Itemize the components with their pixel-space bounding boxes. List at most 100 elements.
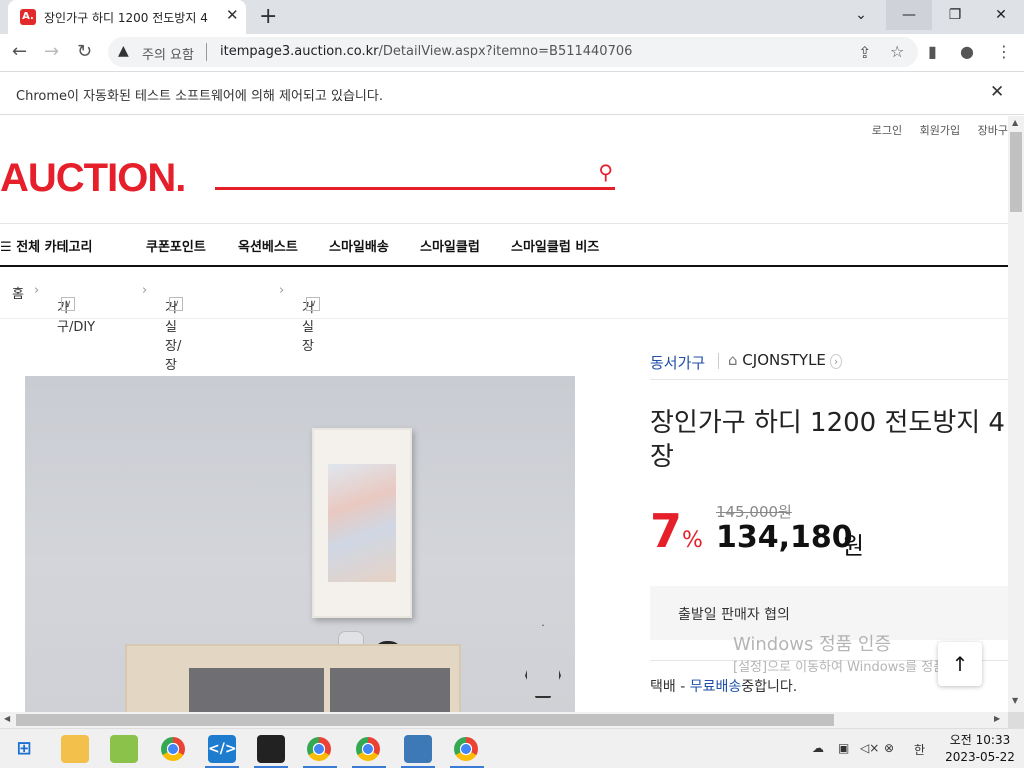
map-app-icon[interactable] xyxy=(110,735,138,763)
delivery-prefix: 택배 - xyxy=(650,679,690,695)
horizontal-scrollbar[interactable]: ◀ ▶ xyxy=(0,712,1008,728)
nav-smile-club-biz[interactable]: 스마일클럽 비즈 xyxy=(511,236,599,255)
drawer xyxy=(189,668,324,712)
profile-avatar-icon[interactable]: ● xyxy=(960,42,974,61)
hamburger-icon: ☰ xyxy=(0,240,17,255)
reload-icon[interactable]: ↻ xyxy=(77,41,92,62)
search-input[interactable]: ⚲ xyxy=(215,158,615,190)
windows-start-icon[interactable]: ⊞ xyxy=(10,735,38,763)
warning-triangle-icon[interactable]: ▲ xyxy=(118,43,129,59)
chrome-icon[interactable] xyxy=(161,737,185,761)
python-app-icon[interactable] xyxy=(404,735,432,763)
chrome-icon[interactable] xyxy=(454,737,478,761)
network-icon[interactable]: ▣ xyxy=(838,741,849,755)
scroll-left-icon[interactable]: ◀ xyxy=(4,714,10,723)
chrome-icon[interactable] xyxy=(356,737,380,761)
global-navigation: ☰ 전체 카테고리 쿠폰포인트 옥션베스트 스마일배송 스마일클럽 스마일클럽 … xyxy=(0,224,1008,267)
picture-frame xyxy=(312,428,412,618)
notification-icon[interactable]: ⊗ xyxy=(884,741,894,755)
chevron-down-icon[interactable]: ∨ xyxy=(306,297,320,311)
nav-coupon-point[interactable]: 쿠폰포인트 xyxy=(146,236,206,255)
chevron-down-icon[interactable]: ∨ xyxy=(61,297,75,311)
clock-date: 2023-05-22 xyxy=(945,750,1015,764)
scroll-right-icon[interactable]: ▶ xyxy=(994,714,1000,723)
close-info-bar-icon[interactable]: ✕ xyxy=(990,82,1004,102)
close-tab-icon[interactable]: ✕ xyxy=(226,6,239,24)
cloud-icon[interactable]: ☁ xyxy=(812,741,824,755)
product-title: 장인가구 하디 1200 전도방지 4 장 xyxy=(650,408,1005,472)
page-viewport: 로그인 회원가입 장바구 AUCTION. ⚲ ☰ 전체 카테고리 쿠폰포인트 … xyxy=(0,116,1008,712)
address-bar[interactable]: ▲ 주의 요함 itempage3.auction.co.kr/DetailVi… xyxy=(108,37,918,67)
windows-activation-watermark: Windows 정품 인증 xyxy=(733,634,892,655)
bookmark-star-icon[interactable]: ☆ xyxy=(890,42,904,61)
divider xyxy=(718,353,719,369)
vertical-scrollbar[interactable]: ▲ ▼ xyxy=(1008,116,1024,712)
scroll-up-icon[interactable]: ▲ xyxy=(1012,118,1018,127)
url-path: /DetailView.aspx?itemno=B511440706 xyxy=(378,44,633,59)
auction-logo[interactable]: AUCTION. xyxy=(0,156,186,201)
product-image[interactable] xyxy=(25,376,575,712)
scroll-to-top-button[interactable]: ↑ xyxy=(938,642,982,686)
ime-indicator[interactable]: 한 xyxy=(914,741,925,758)
terminal-app-icon[interactable] xyxy=(257,735,285,763)
browser-toolbar: ← → ↻ ▲ 주의 요함 itempage3.auction.co.kr/De… xyxy=(0,34,1024,71)
forward-arrow-icon[interactable]: → xyxy=(44,41,59,62)
new-tab-button[interactable]: + xyxy=(259,4,277,29)
url-text[interactable]: itempage3.auction.co.kr/DetailView.aspx?… xyxy=(220,44,632,59)
minimize-button[interactable]: — xyxy=(886,0,932,30)
search-icon[interactable]: ⚲ xyxy=(598,160,613,184)
scroll-down-icon[interactable]: ▼ xyxy=(1012,696,1018,705)
share-icon[interactable]: ⇪ xyxy=(858,43,871,62)
arrow-up-icon: ↑ xyxy=(951,652,969,676)
vertical-scroll-thumb[interactable] xyxy=(1010,132,1022,212)
store-link[interactable]: ⌂ CJONSTYLE › xyxy=(728,351,843,369)
volume-muted-icon[interactable]: ◁× xyxy=(860,741,879,755)
scrollbar-corner xyxy=(1008,712,1024,728)
restore-button[interactable]: ❐ xyxy=(932,0,978,30)
original-price: 145,000원 xyxy=(716,503,792,521)
nav-smile-club[interactable]: 스마일클럽 xyxy=(420,236,480,255)
nav-smile-delivery[interactable]: 스마일배송 xyxy=(329,236,389,255)
close-window-button[interactable]: ✕ xyxy=(978,0,1024,30)
signup-link[interactable]: 회원가입 xyxy=(920,124,960,137)
divider xyxy=(650,379,1008,380)
login-link[interactable]: 로그인 xyxy=(872,124,902,137)
chevron-down-icon[interactable]: ∨ xyxy=(169,297,183,311)
breadcrumb-home[interactable]: 홈 xyxy=(12,283,24,302)
store-name: CJONSTYLE xyxy=(742,351,826,369)
browser-tab[interactable]: A. 장인가구 하디 1200 전도방지 4 ✕ xyxy=(8,0,246,34)
url-domain: itempage3.auction.co.kr xyxy=(220,44,379,59)
cart-link[interactable]: 장바구 xyxy=(978,124,1008,137)
ship-date-text: 출발일 판매자 협의 xyxy=(678,607,790,623)
tab-search-icon[interactable]: ⌄ xyxy=(838,0,884,30)
more-menu-icon[interactable]: ⋮ xyxy=(996,42,1012,61)
clock-time: 오전 10:33 xyxy=(949,733,1011,747)
horizontal-scroll-thumb[interactable] xyxy=(16,714,834,726)
back-arrow-icon[interactable]: ← xyxy=(12,41,27,62)
nav-auction-best[interactable]: 옥션베스트 xyxy=(238,236,298,255)
brand-link[interactable]: 동서가구 xyxy=(650,352,705,373)
price-unit: 원 xyxy=(842,532,865,560)
system-clock[interactable]: 오전 10:33 2023-05-22 xyxy=(940,732,1020,766)
chevron-right-icon: › xyxy=(279,283,285,298)
file-explorer-icon[interactable] xyxy=(61,735,89,763)
free-delivery-link[interactable]: 무료배송 xyxy=(690,679,742,695)
vscode-icon[interactable]: </> xyxy=(208,735,237,763)
drawer xyxy=(330,668,450,712)
windows-activation-hint: [설정]으로 이동하여 Windows를 정품 xyxy=(733,660,946,675)
auction-favicon-icon: A. xyxy=(20,9,36,25)
home-icon: ⌂ xyxy=(728,351,743,369)
tab-title: 장인가구 하디 1200 전도방지 4 xyxy=(44,11,208,25)
address-separator xyxy=(206,43,207,61)
security-status[interactable]: 주의 요함 xyxy=(142,44,194,63)
chevron-right-icon: › xyxy=(34,283,40,298)
tab-strip: A. 장인가구 하디 1200 전도방지 4 ✕ + ⌄ — ❐ ✕ xyxy=(0,0,1024,34)
top-utility-menu: 로그인 회원가입 장바구 xyxy=(858,122,1008,138)
delivery-suffix: 중합니다. xyxy=(741,679,798,695)
chrome-icon[interactable] xyxy=(307,737,331,761)
all-categories-button[interactable]: ☰ 전체 카테고리 xyxy=(0,236,92,255)
automation-info-bar: Chrome이 자동화된 테스트 소프트웨어에 의해 제어되고 있습니다. ✕ xyxy=(0,71,1024,115)
chevron-right-icon: › xyxy=(829,354,843,369)
side-panel-icon[interactable]: ▮ xyxy=(928,42,937,61)
artwork xyxy=(328,464,396,582)
